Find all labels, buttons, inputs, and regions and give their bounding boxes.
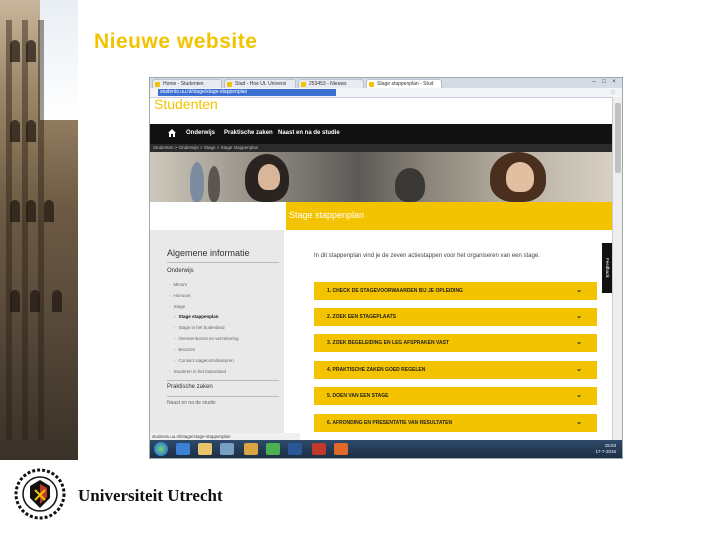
word-icon[interactable] <box>288 443 302 455</box>
close-icon[interactable]: × <box>610 79 618 86</box>
step-accordion-4[interactable]: 4. PRAKTISCHE ZAKEN GOED REGELEN ⌄ <box>314 361 597 379</box>
main-nav: Onderwijs Praktische zaken Naast en na d… <box>150 124 612 144</box>
step-accordion-1[interactable]: 1. CHECK DE STAGEVOORWAARDEN BIJ JE OPLE… <box>314 282 597 300</box>
chevron-down-icon: ⌄ <box>576 419 582 426</box>
sidebar-item[interactable]: › Beurzen <box>174 347 195 352</box>
page-heading: Stage stappenplan <box>289 210 365 220</box>
chevron-down-icon: ⌄ <box>576 313 582 320</box>
status-bar: students.uu.nl/stage/stage-stappenplan <box>150 433 300 440</box>
sidebar-item[interactable]: › Honours <box>169 293 191 298</box>
chevron-down-icon: ⌄ <box>576 287 582 294</box>
step-accordion-3[interactable]: 3. ZOEK BEGELEIDING EN LEG AFSPRAKEN VAS… <box>314 334 597 352</box>
sidebar-heading: Algemene informatie <box>167 248 250 258</box>
step-accordion-5[interactable]: 5. DOEN VAN EEN STAGE ⌄ <box>314 387 597 405</box>
scrollbar-thumb[interactable] <box>615 103 621 173</box>
sidebar-item[interactable]: › Stage in het buitenland <box>174 325 225 330</box>
university-seal-icon <box>14 468 66 520</box>
chevron-down-icon: ⌄ <box>576 339 582 346</box>
intro-text: In dit stappenplan vind je de zeven acti… <box>314 253 540 259</box>
ie-icon[interactable] <box>176 443 190 455</box>
browser-tab-active[interactable]: Stage stappenplan - Stud <box>366 79 442 88</box>
sidebar-item[interactable]: › Stage <box>169 304 185 309</box>
star-icon[interactable]: ☆ <box>610 88 616 97</box>
taskbar-clock[interactable]: 15:03 17-7-2015 <box>595 443 616 455</box>
sidebar-section-naast-studie[interactable]: Naast en na de studie <box>167 400 216 406</box>
maximize-icon[interactable]: □ <box>600 79 608 86</box>
breadcrumb[interactable]: Studenten > Onderwijs > Stage > Stage st… <box>150 144 612 152</box>
sidebar-item[interactable]: › Minors <box>169 282 187 287</box>
start-button[interactable] <box>154 442 168 456</box>
nav-item-naast-na-studie[interactable]: Naast en na de studie <box>278 130 340 136</box>
browser-tab[interactable]: 253453 - Nieuws <box>298 79 364 88</box>
nav-item-onderwijs[interactable]: Onderwijs <box>186 130 215 136</box>
tower-photo <box>0 0 78 460</box>
nav-item-praktische-zaken[interactable]: Praktische zaken <box>224 130 273 136</box>
browser-tab[interactable]: Stad - Hoe Ut. Universi <box>224 79 296 88</box>
sidebar-item[interactable]: › Contact stagecoördinatoren <box>174 358 234 363</box>
sidebar-item[interactable]: › Overeenkomst en verzekering <box>174 336 239 341</box>
home-icon[interactable] <box>168 129 176 137</box>
powerpoint-icon[interactable] <box>312 443 326 455</box>
sidebar-section-onderwijs[interactable]: Onderwijs <box>167 268 194 274</box>
media-icon[interactable] <box>220 443 234 455</box>
chevron-down-icon: ⌄ <box>576 392 582 399</box>
sidebar-item[interactable]: › Studeren in het buitenland <box>169 369 226 374</box>
app-icon[interactable] <box>244 443 258 455</box>
browser-tab[interactable]: Home - Studenten <box>152 79 222 88</box>
folder-icon[interactable] <box>198 443 212 455</box>
taskbar: 15:03 17-7-2015 <box>150 440 622 458</box>
url-field[interactable]: students.uu.nl/stage/stage-stappenplan <box>158 89 336 96</box>
address-bar[interactable]: students.uu.nl/stage/stage-stappenplan ☆ <box>150 88 622 98</box>
sidebar-item-current[interactable]: › Stage stappenplan <box>174 314 219 319</box>
minimize-icon[interactable]: – <box>590 79 598 86</box>
browser-screenshot: Home - Studenten Stad - Hoe Ut. Universi… <box>149 77 623 459</box>
university-name: Universiteit Utrecht <box>78 486 223 505</box>
sidebar-section-praktische-zaken[interactable]: Praktische zaken <box>167 384 213 390</box>
chevron-down-icon: ⌄ <box>576 366 582 373</box>
hero-image <box>150 152 612 202</box>
feedback-button[interactable]: Feedback <box>602 243 612 293</box>
chrome-icon[interactable] <box>266 443 280 455</box>
site-title[interactable]: Studenten <box>154 97 218 111</box>
scrollbar[interactable] <box>612 97 622 440</box>
slide-title: Nieuwe website <box>94 30 258 53</box>
outlook-icon[interactable] <box>334 443 348 455</box>
step-accordion-2[interactable]: 2. ZOEK EEN STAGEPLAATS ⌄ <box>314 308 597 326</box>
tab-bar: Home - Studenten Stad - Hoe Ut. Universi… <box>150 78 622 88</box>
step-accordion-6[interactable]: 6. AFRONDING EN PRESENTATIE VAN RESULTAT… <box>314 414 597 432</box>
